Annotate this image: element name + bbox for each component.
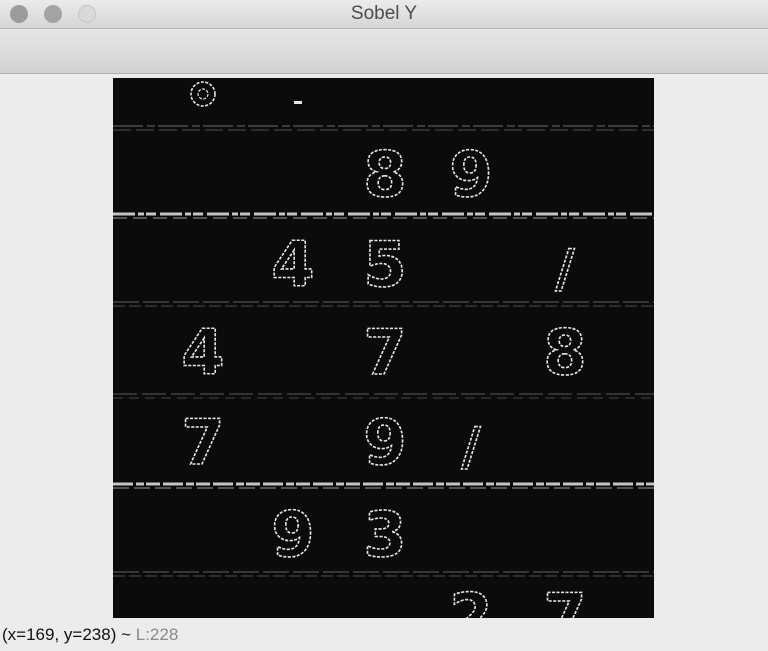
digit: 7 — [543, 580, 586, 618]
digit: 7 — [181, 406, 224, 479]
digit: 7 — [363, 316, 406, 389]
digit: 9 — [449, 138, 492, 211]
digit: 9 — [271, 498, 314, 571]
luminance-value: L:228 — [135, 625, 179, 644]
digit: 2 — [449, 580, 492, 618]
digit: 8 — [363, 138, 406, 211]
sobel-image[interactable]: 8 9 4 5 / 4 7 8 7 9 / 9 3 2 7 — [113, 78, 654, 618]
digit: 9 — [363, 406, 406, 479]
sobel-image-svg: 8 9 4 5 / 4 7 8 7 9 / 9 3 2 7 — [113, 78, 654, 618]
cursor-coordinates: (x=169, y=238) ~ — [2, 625, 132, 644]
digit: 5 — [363, 228, 406, 301]
app-window: Sobel Y 8 9 4 5 / 4 7 8 7 9 / 9 3 2 7 (x… — [0, 0, 768, 651]
digit: 8 — [543, 316, 586, 389]
pixel-readout: (x=169, y=238) ~ L:228 — [2, 625, 178, 645]
toolbar — [0, 29, 768, 74]
digit: / — [462, 417, 481, 477]
window-title: Sobel Y — [350, 3, 418, 24]
digit: / — [556, 239, 575, 299]
edge-fragment — [294, 101, 302, 104]
digit: 3 — [363, 498, 406, 571]
digit: 4 — [271, 228, 314, 301]
digit: 4 — [181, 316, 224, 389]
canvas-area: 8 9 4 5 / 4 7 8 7 9 / 9 3 2 7 — [0, 74, 768, 618]
status-bar: (x=169, y=238) ~ L:228 — [0, 618, 768, 651]
title-bar[interactable]: Sobel Y — [0, 0, 768, 29]
